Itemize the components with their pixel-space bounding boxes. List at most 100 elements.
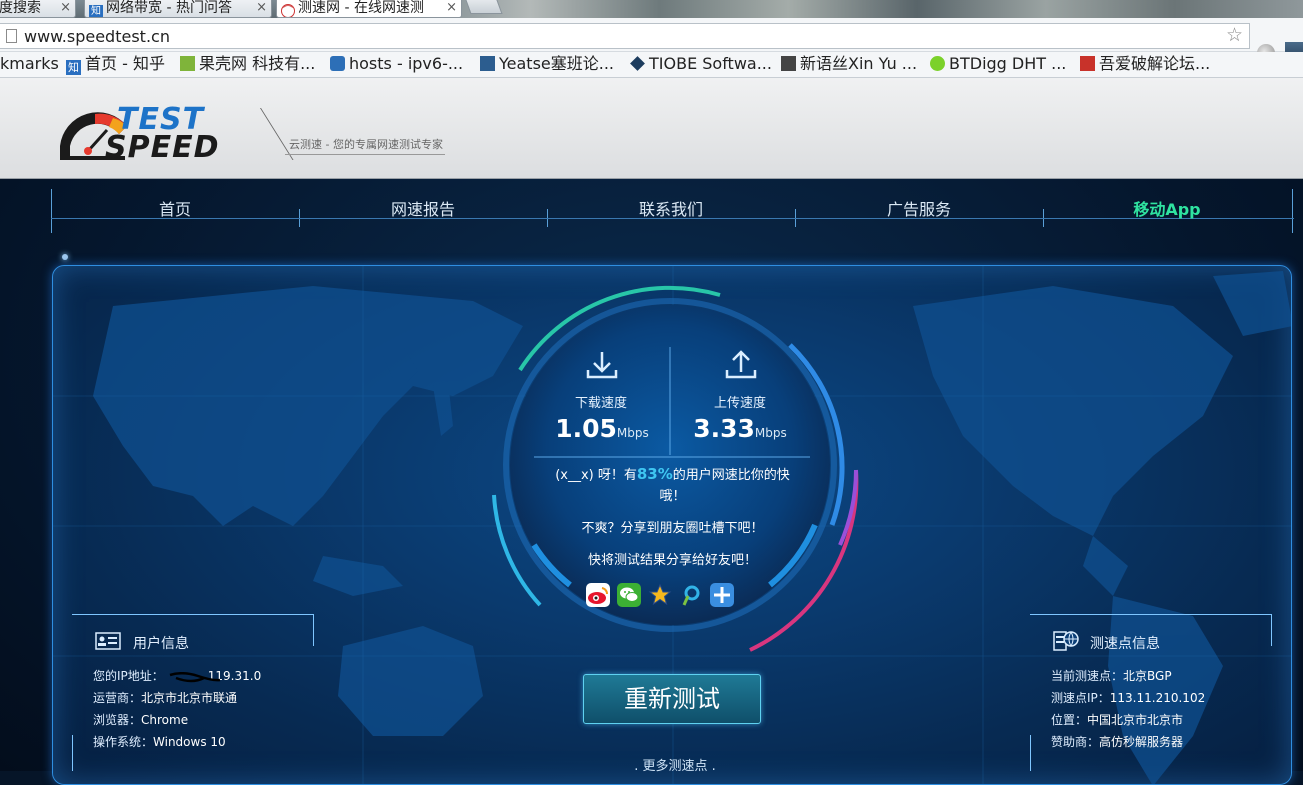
bookmark-label: 首页 - 知乎: [85, 54, 165, 73]
upload-unit: Mbps: [754, 426, 787, 440]
node-ip-value: 113.11.210.102: [1109, 691, 1206, 705]
bookmark-label: TIOBE Softwa...: [649, 54, 772, 73]
bookmark-hosts[interactable]: hosts - ipv6-...: [330, 54, 463, 74]
site-slogan: 云测速 - 您的专属网速测试专家: [289, 138, 443, 151]
tiobe-icon: [630, 56, 645, 71]
zhihu-icon: 知: [89, 5, 103, 17]
close-icon[interactable]: ×: [60, 0, 71, 16]
user-os-row: 操作系统：Windows 10: [93, 733, 226, 750]
main-nav: 首页 网速报告 联系我们 广告服务 移动App: [51, 189, 1294, 233]
site-logo[interactable]: TEST SPEED: [55, 102, 250, 165]
more-share-icon[interactable]: [710, 583, 734, 607]
bookmark-label: BTDigg DHT ...: [949, 54, 1067, 73]
omnibox[interactable]: www.speedtest.cn ☆: [0, 23, 1250, 49]
tab-zhihu[interactable]: 知网络带宽 - 热门问答 ×: [84, 0, 272, 18]
user-os-label: 操作系统：: [93, 735, 154, 749]
node-location-label: 位置：: [1051, 713, 1088, 727]
tab-label: 测速网 - 在线网速测: [298, 0, 424, 16]
nav-mobile-app[interactable]: 移动App: [1043, 196, 1291, 220]
node-info-title: 测速点信息: [1090, 636, 1160, 652]
weibo-icon[interactable]: [586, 583, 610, 607]
result-message: (x__x) 呀！有83%的用户网速比你的快 哦！: [540, 464, 805, 507]
zhihu-icon: 知: [66, 60, 81, 75]
upload-speed: 3.33Mbps: [670, 414, 810, 443]
user-isp-value: 北京市北京市联通: [141, 691, 238, 705]
bookmark-xinyusi[interactable]: 新语丝Xin Yu ...: [781, 54, 917, 74]
user-browser-value: Chrome: [141, 713, 189, 727]
share-message: 快将测试结果分享给好友吧！: [587, 553, 757, 568]
bookmark-star-icon[interactable]: ☆: [1226, 24, 1243, 46]
close-icon[interactable]: ×: [256, 0, 267, 16]
nav-speed-report[interactable]: 网速报告: [299, 196, 547, 220]
bookmark-label: 新语丝Xin Yu ...: [800, 54, 918, 73]
btdigg-icon: [930, 56, 945, 71]
user-ip-label: 您的IP地址：: [93, 669, 164, 683]
node-ip-row: 测速点IP：113.11.210.102: [1051, 689, 1205, 706]
download-unit: Mbps: [616, 426, 649, 440]
bookmark-zhihu[interactable]: 知首页 - 知乎: [66, 54, 165, 75]
tencent-weibo-icon[interactable]: [679, 583, 703, 607]
speedtest-favicon-icon: ⌒: [281, 4, 295, 17]
more-test-nodes-link[interactable]: . 更多测速点 .: [620, 755, 730, 774]
tab-label: 度搜索: [0, 0, 41, 16]
node-sponsor-row: 赞助商：高仿秒解服务器: [1051, 733, 1183, 750]
qzone-icon[interactable]: [648, 583, 672, 607]
tab-speedtest[interactable]: ⌒ 测速网 - 在线网速测 ×: [276, 0, 462, 18]
bookmark-label: Yeatse塞班论...: [499, 54, 615, 73]
xinyusi-icon: [781, 56, 796, 71]
glow-dot: [62, 254, 68, 260]
node-location-row: 位置：中国北京市北京市: [1051, 711, 1183, 728]
bookmarks-bar: kmarks 知首页 - 知乎 果壳网 科技有... hosts - ipv6-…: [0, 52, 1303, 78]
user-os-value: Windows 10: [153, 735, 226, 749]
node-ip-label: 测速点IP：: [1051, 691, 1110, 705]
id-card-icon: [95, 632, 121, 650]
bookmark-52pojie[interactable]: 吾爱破解论坛...: [1080, 54, 1210, 74]
server-globe-icon: [1053, 631, 1079, 651]
logo-text-speed: SPEED: [105, 130, 220, 165]
upload-icon: [725, 350, 757, 379]
nav-ad-service[interactable]: 广告服务: [795, 196, 1043, 220]
bookmark-btdigg[interactable]: BTDigg DHT ...: [930, 54, 1066, 74]
url-text[interactable]: www.speedtest.cn: [24, 27, 170, 46]
new-tab-button[interactable]: [465, 0, 503, 14]
user-browser-label: 浏览器：: [93, 713, 142, 727]
bookmark-label: hosts - ipv6-...: [349, 54, 464, 73]
tab-label: 网络带宽 - 热门问答: [106, 0, 232, 16]
redaction-scribble: [169, 672, 221, 683]
result-message-suffix: 的用户网速比你的快: [672, 468, 790, 483]
download-speed: 1.05Mbps: [532, 414, 672, 443]
tab-baidu[interactable]: 度搜索 ×: [0, 0, 76, 18]
retest-button[interactable]: 重新测试: [583, 674, 761, 724]
address-bar-row: www.speedtest.cn ☆: [0, 18, 1303, 64]
result-message-prefix: (x__x) 呀！有: [555, 468, 637, 483]
yeatse-icon: [480, 56, 495, 71]
node-current-label: 当前测速点：: [1051, 669, 1124, 683]
complain-message: 不爽？分享到朋友圈吐槽下吧！: [581, 521, 764, 536]
download-icon: [586, 352, 618, 379]
node-sponsor-label: 赞助商：: [1051, 735, 1100, 749]
node-location-value: 中国北京市北京市: [1087, 713, 1184, 727]
bookmark-label: 果壳网 科技有...: [199, 54, 316, 73]
wechat-icon[interactable]: [617, 583, 641, 607]
bookmark-tiobe[interactable]: TIOBE Softwa...: [630, 54, 772, 74]
bookmark-guokr[interactable]: 果壳网 科技有...: [180, 54, 315, 74]
guokr-icon: [180, 56, 195, 71]
download-value: 1.05: [555, 414, 617, 443]
result-message-end: 哦！: [659, 489, 686, 504]
node-sponsor-link[interactable]: 高仿秒解服务器: [1099, 735, 1183, 749]
user-isp-label: 运营商：: [93, 691, 142, 705]
bookmark-yeatse[interactable]: Yeatse塞班论...: [480, 54, 614, 74]
node-current-value: 北京BGP: [1123, 669, 1172, 683]
close-icon[interactable]: ×: [446, 0, 457, 16]
user-info-title: 用户信息: [133, 636, 189, 652]
bookmark-label: 吾爱破解论坛...: [1099, 54, 1211, 73]
nav-home[interactable]: 首页: [51, 196, 299, 220]
nav-divider: [1292, 189, 1293, 233]
nav-contact-us[interactable]: 联系我们: [547, 196, 795, 220]
bookmarks-label[interactable]: kmarks: [0, 54, 59, 74]
page-icon: [6, 29, 17, 43]
house-icon: [330, 56, 345, 71]
node-current-row: 当前测速点：北京BGP: [1051, 667, 1172, 684]
upload-label: 上传速度: [713, 396, 766, 411]
slogan-underline: [285, 154, 445, 155]
